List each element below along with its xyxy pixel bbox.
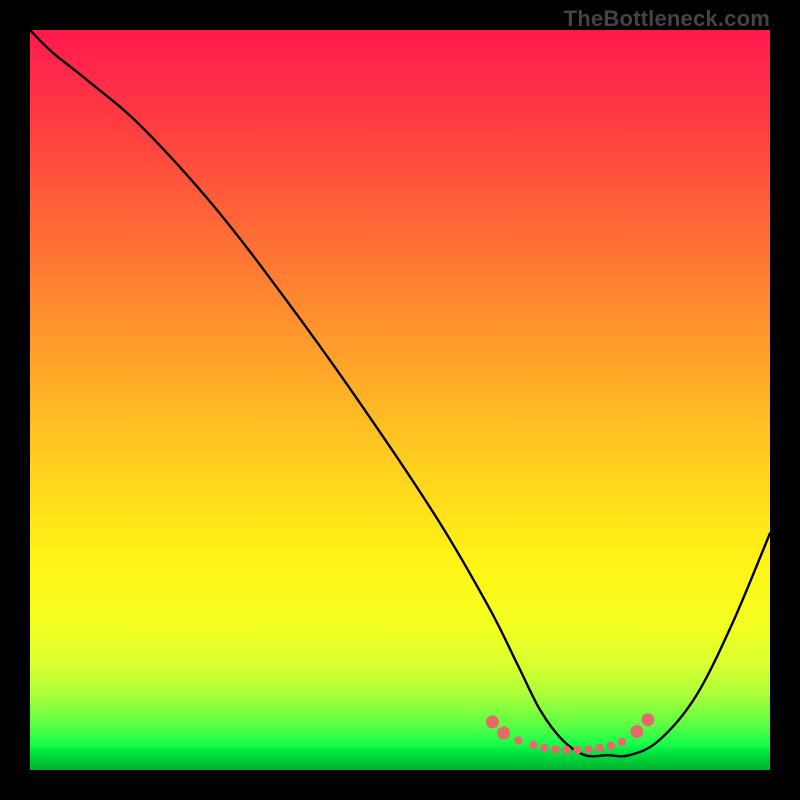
plot-area [30,30,770,770]
marker-dot [585,745,593,753]
marker-dot [514,736,522,744]
marker-dot [618,738,626,746]
marker-dot [596,744,604,752]
marker-dot [562,746,570,754]
bottleneck-curve [30,30,770,756]
chart-frame: TheBottleneck.com [0,0,800,800]
watermark-text: TheBottleneck.com [564,6,770,32]
bottleneck-svg [30,30,770,770]
marker-dot [529,741,537,749]
marker-dot [540,744,548,752]
marker-dot [630,725,643,738]
marker-dot [573,746,581,754]
marker-dot [486,715,499,728]
marker-dot [607,741,615,749]
flat-region-markers [486,713,654,754]
marker-dot [551,745,559,753]
marker-dot [497,727,510,740]
marker-dot [641,713,654,726]
